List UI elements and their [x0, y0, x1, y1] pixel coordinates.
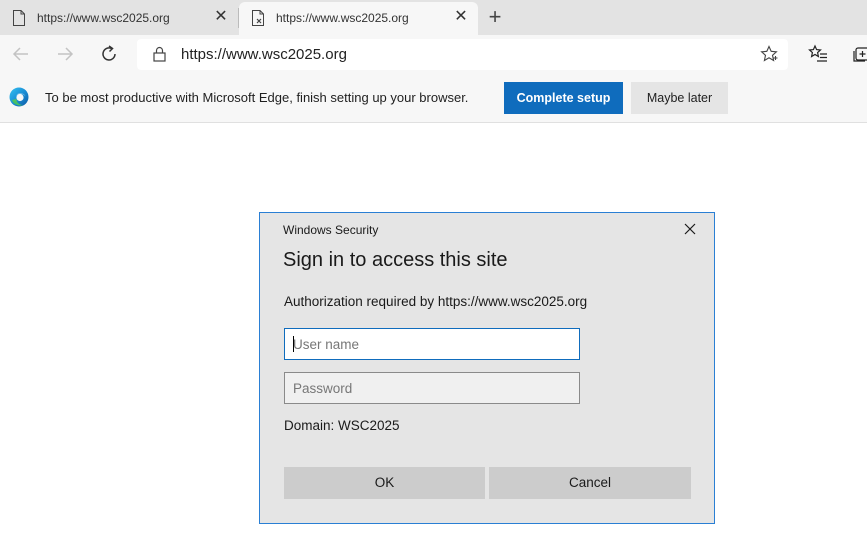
- cancel-button[interactable]: Cancel: [489, 467, 691, 499]
- tab-2[interactable]: https://www.wsc2025.org ✕: [239, 2, 478, 35]
- arrow-right-icon[interactable]: [54, 43, 76, 65]
- text-caret: [293, 336, 294, 352]
- tab-title: https://www.wsc2025.org: [276, 11, 409, 25]
- page-icon: [13, 10, 25, 26]
- close-icon[interactable]: [682, 221, 698, 237]
- username-input[interactable]: [284, 328, 580, 360]
- address-bar[interactable]: https://www.wsc2025.org: [137, 39, 788, 70]
- password-input[interactable]: [284, 372, 580, 404]
- authorization-message: Authorization required by https://www.ws…: [284, 294, 588, 309]
- url-text[interactable]: https://www.wsc2025.org: [181, 46, 347, 63]
- tab-title: https://www.wsc2025.org: [37, 11, 170, 25]
- favorites-list-icon[interactable]: [808, 44, 828, 64]
- lock-icon[interactable]: [153, 46, 166, 62]
- close-icon[interactable]: ✕: [214, 9, 228, 25]
- star-icon[interactable]: [760, 45, 778, 63]
- dialog-caption: Windows Security: [283, 223, 379, 237]
- windows-security-dialog: Windows Security Sign in to access this …: [259, 212, 715, 524]
- refresh-icon[interactable]: [98, 43, 120, 65]
- dialog-title: Sign in to access this site: [283, 249, 508, 271]
- setup-infobar: To be most productive with Microsoft Edg…: [0, 73, 867, 123]
- collections-icon[interactable]: [852, 45, 867, 63]
- ok-button[interactable]: OK: [284, 467, 485, 499]
- complete-setup-button[interactable]: Complete setup: [504, 82, 623, 114]
- infobar-message: To be most productive with Microsoft Edg…: [45, 90, 469, 105]
- page-error-icon: [252, 10, 264, 26]
- edge-logo-icon: [9, 87, 29, 107]
- plus-icon[interactable]: +: [484, 6, 506, 28]
- maybe-later-button[interactable]: Maybe later: [631, 82, 728, 114]
- tab-1[interactable]: https://www.wsc2025.org ✕: [0, 0, 238, 35]
- domain-label: Domain: WSC2025: [284, 418, 400, 433]
- tab-strip: https://www.wsc2025.org ✕ https://www.ws…: [0, 0, 867, 35]
- close-icon[interactable]: ✕: [454, 9, 468, 25]
- arrow-left-icon[interactable]: [10, 43, 32, 65]
- navigation-bar: https://www.wsc2025.org: [0, 35, 867, 73]
